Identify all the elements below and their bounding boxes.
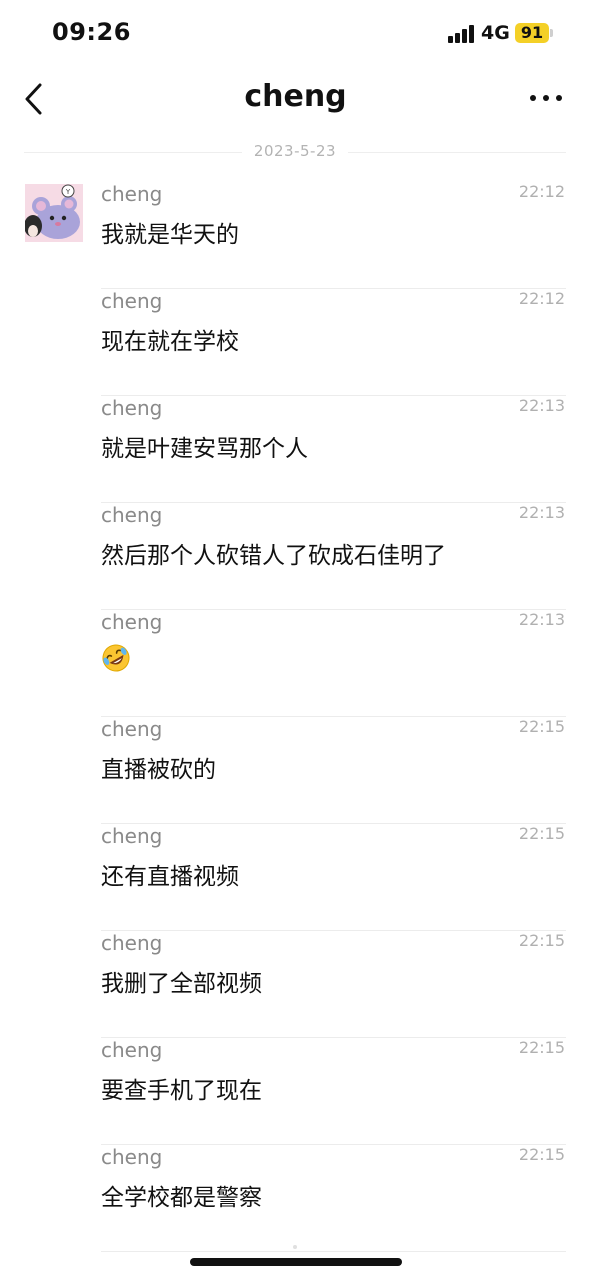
message-time: 22:15 <box>518 824 565 843</box>
message-time: 22:13 <box>518 610 565 629</box>
message-sender: cheng <box>101 1145 163 1169</box>
message-text: 我就是华天的 <box>101 222 239 248</box>
message-text: 全学校都是警察 <box>101 1185 262 1211</box>
message-text: 我删了全部视频 <box>101 971 262 997</box>
message-text: 还有直播视频 <box>101 864 239 890</box>
message-text: 然后那个人砍错人了砍成石佳明了 <box>101 543 446 569</box>
message-text: 现在就在学校 <box>101 329 239 355</box>
message-item[interactable]: cheng 22:13 就是叶建安骂那个人 <box>101 396 566 503</box>
message-item[interactable]: cheng 22:12 现在就在学校 <box>101 289 566 396</box>
scroll-indicator <box>293 1245 297 1249</box>
message-sender: cheng <box>101 717 163 741</box>
message-sender: cheng <box>101 1038 163 1062</box>
message-item[interactable]: cheng 22:12 我就是华天的 <box>101 182 566 289</box>
message-sender: cheng <box>101 182 163 206</box>
message-text: 要查手机了现在 <box>101 1078 262 1104</box>
message-time: 22:15 <box>518 1038 565 1057</box>
message-list: cheng 22:12 我就是华天的 cheng 22:12 现在就在学校 ch… <box>0 0 591 1280</box>
message-sender: cheng <box>101 824 163 848</box>
message-time: 22:15 <box>518 931 565 950</box>
message-time: 22:13 <box>518 396 565 415</box>
message-item[interactable]: cheng 22:13 <box>101 610 566 717</box>
message-sender: cheng <box>101 503 163 527</box>
message-item[interactable]: cheng 22:15 全学校都是警察 <box>101 1145 566 1252</box>
message-item[interactable]: cheng 22:15 直播被砍的 <box>101 717 566 824</box>
message-item[interactable]: cheng 22:13 然后那个人砍错人了砍成石佳明了 <box>101 503 566 610</box>
message-sender: cheng <box>101 931 163 955</box>
message-item[interactable]: cheng 22:15 还有直播视频 <box>101 824 566 931</box>
divider <box>101 1251 566 1252</box>
message-sender: cheng <box>101 610 163 634</box>
message-text: 就是叶建安骂那个人 <box>101 436 308 462</box>
message-time: 22:12 <box>518 289 565 308</box>
message-sender: cheng <box>101 289 163 313</box>
message-text <box>101 643 131 679</box>
message-text: 直播被砍的 <box>101 757 216 783</box>
message-time: 22:13 <box>518 503 565 522</box>
message-sender: cheng <box>101 396 163 420</box>
message-time: 22:15 <box>518 1145 565 1164</box>
home-indicator[interactable] <box>190 1258 402 1266</box>
rolling-on-floor-laughing-emoji <box>102 644 130 672</box>
message-time: 22:15 <box>518 717 565 736</box>
message-item[interactable]: cheng 22:15 我删了全部视频 <box>101 931 566 1038</box>
message-time: 22:12 <box>518 182 565 201</box>
message-item[interactable]: cheng 22:15 要查手机了现在 <box>101 1038 566 1145</box>
